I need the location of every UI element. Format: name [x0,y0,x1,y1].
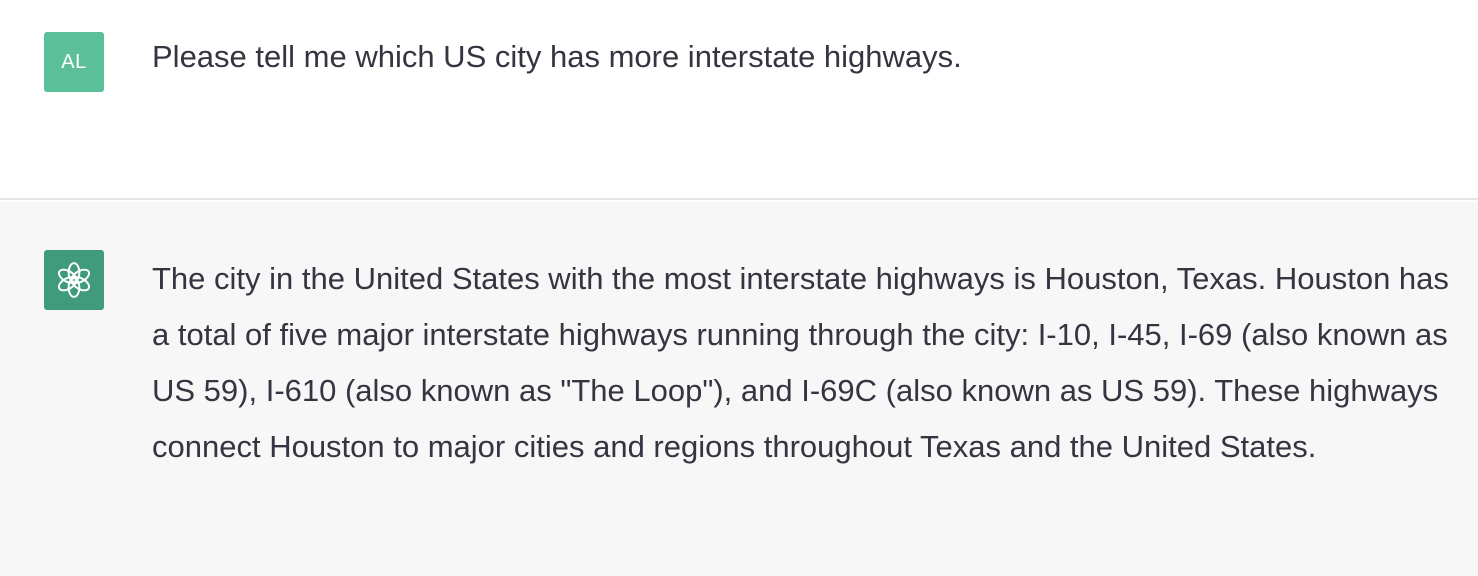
user-message-text: Please tell me which US city has more in… [152,39,962,74]
assistant-message-row: The city in the United States with the m… [0,202,1478,576]
user-message-row: AL Please tell me which US city has more… [0,0,1478,200]
user-avatar-initials: AL [61,50,87,73]
openai-logo-icon [57,262,91,298]
conversation: AL Please tell me which US city has more… [0,0,1478,576]
assistant-avatar [44,250,104,310]
assistant-message-text: The city in the United States with the m… [152,261,1449,464]
user-avatar: AL [44,32,104,92]
